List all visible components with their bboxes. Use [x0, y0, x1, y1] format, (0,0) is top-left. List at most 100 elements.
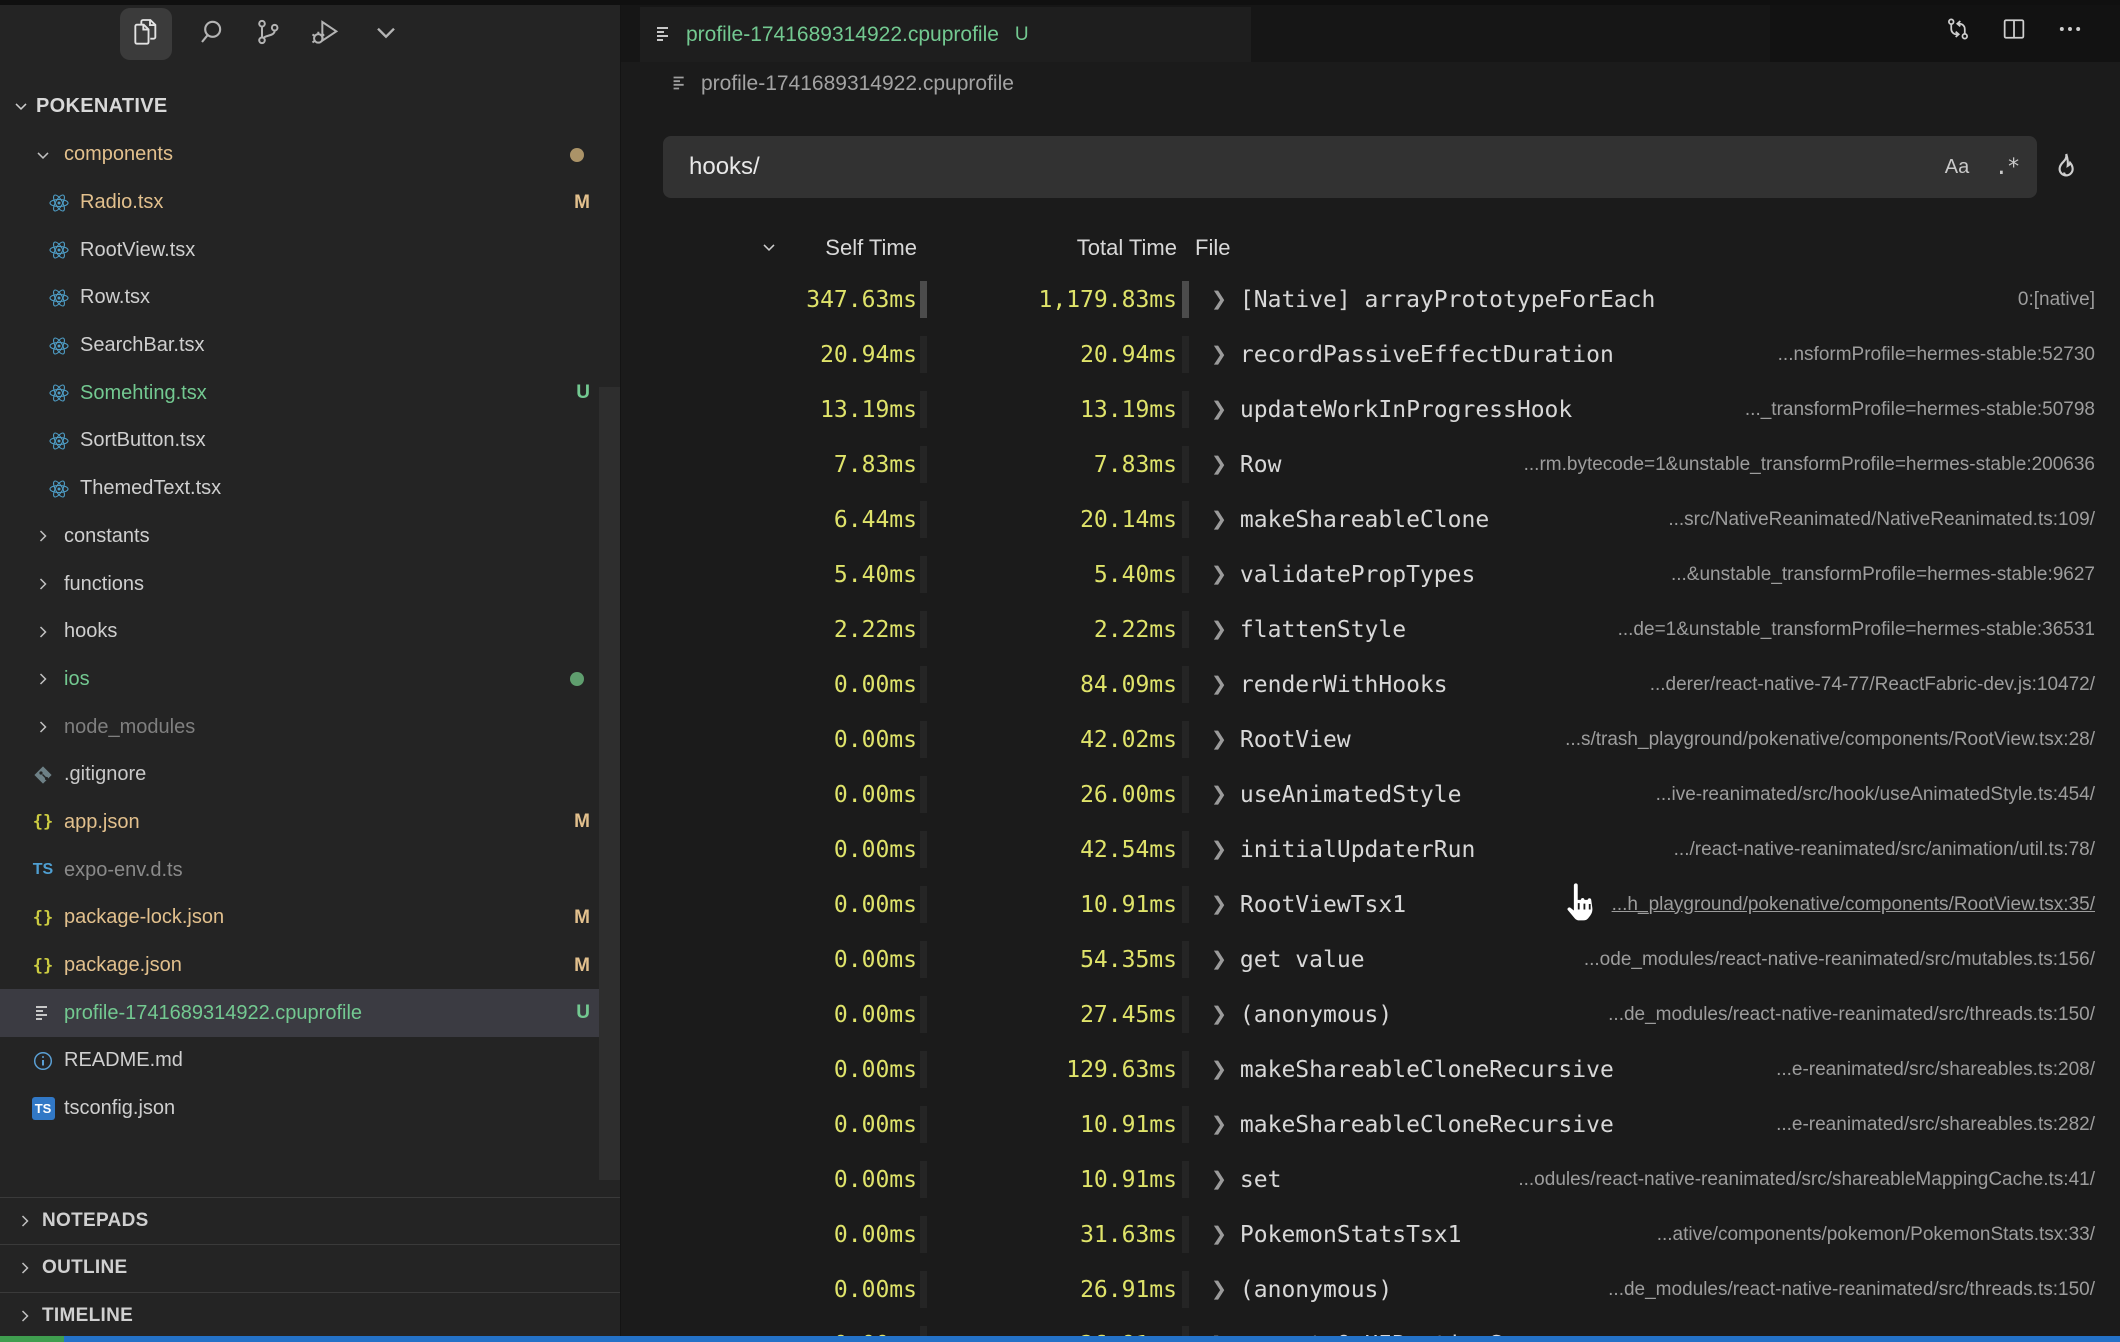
source-location-link[interactable]: .../react-native-reanimated/src/animatio…	[1634, 839, 2095, 861]
expand-chevron-icon[interactable]: ❯	[1211, 288, 1227, 311]
source-location-link[interactable]: ...de=1&unstable_transformProfile=hermes…	[1578, 619, 2095, 641]
tree-folder-functions[interactable]: functions	[0, 560, 620, 608]
expand-chevron-icon[interactable]: ❯	[1211, 563, 1227, 586]
profile-table-row[interactable]: 0.00ms26.00ms❯useAnimatedStyle...ive-rea…	[621, 767, 2120, 822]
expand-chevron-icon[interactable]: ❯	[1211, 948, 1227, 971]
file-cell[interactable]: ❯flattenStyle...de=1&unstable_transformP…	[1211, 617, 2120, 643]
tree-file-package-json[interactable]: {}package.jsonM	[0, 942, 620, 990]
open-changes-button[interactable]	[1939, 12, 1977, 50]
sidebar-section-timeline[interactable]: TIMELINE	[0, 1292, 620, 1339]
profile-table-row[interactable]: 7.83ms7.83ms❯Row...rm.bytecode=1&unstabl…	[621, 437, 2120, 492]
file-cell[interactable]: ❯updateWorkInProgressHook..._transformPr…	[1211, 397, 2120, 423]
file-cell[interactable]: ❯RootViewTsx1...h_playground/pokenative/…	[1211, 892, 2120, 918]
expand-chevron-icon[interactable]: ❯	[1211, 453, 1227, 476]
sidebar-scrollbar[interactable]	[599, 387, 620, 1180]
expand-chevron-icon[interactable]: ❯	[1211, 508, 1227, 531]
profile-table-row[interactable]: 0.00ms31.63ms❯PokemonStatsTsx1...ative/c…	[621, 1207, 2120, 1262]
profile-table-row[interactable]: 5.40ms5.40ms❯validatePropTypes...&unstab…	[621, 547, 2120, 602]
expand-chevron-icon[interactable]: ❯	[1211, 783, 1227, 806]
activity-source-control-button[interactable]	[242, 8, 294, 60]
file-cell[interactable]: ❯get value...ode_modules/react-native-re…	[1211, 947, 2120, 973]
collapse-chevron-icon[interactable]	[759, 237, 779, 263]
profile-table-row[interactable]: 0.00ms10.91ms❯RootViewTsx1...h_playgroun…	[621, 877, 2120, 932]
explorer-project-header[interactable]: POKENATIVE	[0, 88, 620, 124]
expand-chevron-icon[interactable]: ❯	[1211, 673, 1227, 696]
file-cell[interactable]: ❯makeShareableCloneRecursive...e-reanima…	[1211, 1112, 2120, 1138]
expand-chevron-icon[interactable]: ❯	[1211, 838, 1227, 861]
file-cell[interactable]: ❯initialUpdaterRun.../react-native-reani…	[1211, 837, 2120, 863]
regex-toggle[interactable]: .*	[1989, 149, 2025, 185]
source-location-link[interactable]: ...src/NativeReanimated/NativeReanimated…	[1628, 509, 2095, 531]
file-cell[interactable]: ❯RootView...s/trash_playground/pokenativ…	[1211, 727, 2120, 753]
expand-chevron-icon[interactable]: ❯	[1211, 728, 1227, 751]
profile-table-row[interactable]: 2.22ms2.22ms❯flattenStyle...de=1&unstabl…	[621, 602, 2120, 657]
sidebar-section-outline[interactable]: OUTLINE	[0, 1244, 620, 1291]
tree-file-app-json[interactable]: {}app.jsonM	[0, 799, 620, 847]
expand-chevron-icon[interactable]: ❯	[1211, 1113, 1227, 1136]
source-location-link[interactable]: ...ive-reanimated/src/hook/useAnimatedSt…	[1616, 784, 2095, 806]
tree-file-profile-1741689314922-cpuprofile[interactable]: profile-1741689314922.cpuprofileU	[0, 989, 620, 1037]
flame-graph-toggle[interactable]	[2046, 146, 2086, 186]
tree-folder-hooks[interactable]: hooks	[0, 608, 620, 656]
source-location-link[interactable]: ..._transformProfile=hermes-stable:50798	[1705, 399, 2095, 421]
source-location-link[interactable]: ...&unstable_transformProfile=hermes-sta…	[1631, 564, 2095, 586]
tree-file-radio-tsx[interactable]: Radio.tsxM	[0, 179, 620, 227]
activity-more-views-button[interactable]	[360, 8, 412, 60]
expand-chevron-icon[interactable]: ❯	[1211, 618, 1227, 641]
tree-file-searchbar-tsx[interactable]: SearchBar.tsx	[0, 322, 620, 370]
tree-file-rootview-tsx[interactable]: RootView.tsx	[0, 226, 620, 274]
expand-chevron-icon[interactable]: ❯	[1211, 398, 1227, 421]
source-location-link[interactable]: ...s/trash_playground/pokenative/compone…	[1525, 729, 2095, 751]
source-location-link[interactable]: ...odules/react-native-reanimated/src/sh…	[1478, 1169, 2095, 1191]
expand-chevron-icon[interactable]: ❯	[1211, 343, 1227, 366]
activity-search-button[interactable]	[186, 8, 238, 60]
tree-file-row-tsx[interactable]: Row.tsx	[0, 274, 620, 322]
tree-file-tsconfig-json[interactable]: TStsconfig.json	[0, 1085, 620, 1133]
expand-chevron-icon[interactable]: ❯	[1211, 893, 1227, 916]
file-cell[interactable]: ❯PokemonStatsTsx1...ative/components/pok…	[1211, 1222, 2120, 1248]
profile-table-row[interactable]: 0.00ms10.91ms❯set...odules/react-native-…	[621, 1152, 2120, 1207]
split-editor-button[interactable]	[1995, 12, 2033, 50]
source-location-link[interactable]: ...de_modules/react-native-reanimated/sr…	[1568, 1004, 2095, 1026]
activity-explorer-button[interactable]	[120, 8, 172, 60]
tree-file-readme-md[interactable]: README.md	[0, 1037, 620, 1085]
file-cell[interactable]: ❯validatePropTypes...&unstable_transform…	[1211, 562, 2120, 588]
tree-file-themedtext-tsx[interactable]: ThemedText.tsx	[0, 465, 620, 513]
tab-cpuprofile[interactable]: profile-1741689314922.cpuprofile U	[640, 7, 1251, 62]
tree-file-expo-env-d-ts[interactable]: TSexpo-env.d.ts	[0, 846, 620, 894]
tree-folder-components[interactable]: components	[0, 131, 620, 179]
column-header-file[interactable]: File	[1195, 235, 1230, 261]
profile-table-row[interactable]: 20.94ms20.94ms❯recordPassiveEffectDurati…	[621, 327, 2120, 382]
tree-file-package-lock-json[interactable]: {}package-lock.jsonM	[0, 894, 620, 942]
source-location-link[interactable]: ...rm.bytecode=1&unstable_transformProfi…	[1484, 454, 2095, 476]
file-cell[interactable]: ❯[Native] arrayPrototypeForEach0:[native…	[1211, 287, 2120, 313]
expand-chevron-icon[interactable]: ❯	[1211, 1278, 1227, 1301]
expand-chevron-icon[interactable]: ❯	[1211, 1058, 1227, 1081]
file-cell[interactable]: ❯useAnimatedStyle...ive-reanimated/src/h…	[1211, 782, 2120, 808]
profile-table-row[interactable]: 0.00ms27.45ms❯(anonymous)...de_modules/r…	[621, 987, 2120, 1042]
file-cell[interactable]: ❯renderWithHooks...derer/react-native-74…	[1211, 672, 2120, 698]
tree-file--gitignore[interactable]: .gitignore	[0, 751, 620, 799]
column-header-total-time[interactable]: Total Time	[917, 235, 1177, 261]
activity-run-debug-button[interactable]	[299, 8, 351, 60]
file-cell[interactable]: ❯set...odules/react-native-reanimated/sr…	[1211, 1167, 2120, 1193]
profile-table-row[interactable]: 0.00ms84.09ms❯renderWithHooks...derer/re…	[621, 657, 2120, 712]
profile-table-row[interactable]: 0.00ms54.35ms❯get value...ode_modules/re…	[621, 932, 2120, 987]
tree-folder-constants[interactable]: constants	[0, 513, 620, 561]
source-location-link[interactable]: ...ode_modules/react-native-reanimated/s…	[1544, 949, 2095, 971]
file-cell[interactable]: ❯makeShareableCloneRecursive...e-reanima…	[1211, 1057, 2120, 1083]
match-case-toggle[interactable]: Aa	[1939, 149, 1975, 185]
expand-chevron-icon[interactable]: ❯	[1211, 1223, 1227, 1246]
profile-table-row[interactable]: 6.44ms20.14ms❯makeShareableClone...src/N…	[621, 492, 2120, 547]
source-location-link[interactable]: ...derer/react-native-74-77/ReactFabric-…	[1610, 674, 2095, 696]
expand-chevron-icon[interactable]: ❯	[1211, 1003, 1227, 1026]
profile-filter-input[interactable]: hooks/ Aa .*	[663, 136, 2037, 198]
more-actions-button[interactable]	[2051, 12, 2089, 50]
breadcrumb[interactable]: profile-1741689314922.cpuprofile	[621, 64, 2120, 104]
profile-table-row[interactable]: 0.00ms42.02ms❯RootView...s/trash_playgro…	[621, 712, 2120, 767]
source-location-link[interactable]: ...de_modules/react-native-reanimated/sr…	[1568, 1279, 2095, 1301]
profile-table-row[interactable]: 0.00ms42.54ms❯initialUpdaterRun.../react…	[621, 822, 2120, 877]
source-location-link[interactable]: ...e-reanimated/src/shareables.ts:282/	[1736, 1114, 2095, 1136]
profile-table-row[interactable]: 347.63ms1,179.83ms❯[Native] arrayPrototy…	[621, 272, 2120, 327]
sidebar-section-notepads[interactable]: NOTEPADS	[0, 1197, 620, 1244]
